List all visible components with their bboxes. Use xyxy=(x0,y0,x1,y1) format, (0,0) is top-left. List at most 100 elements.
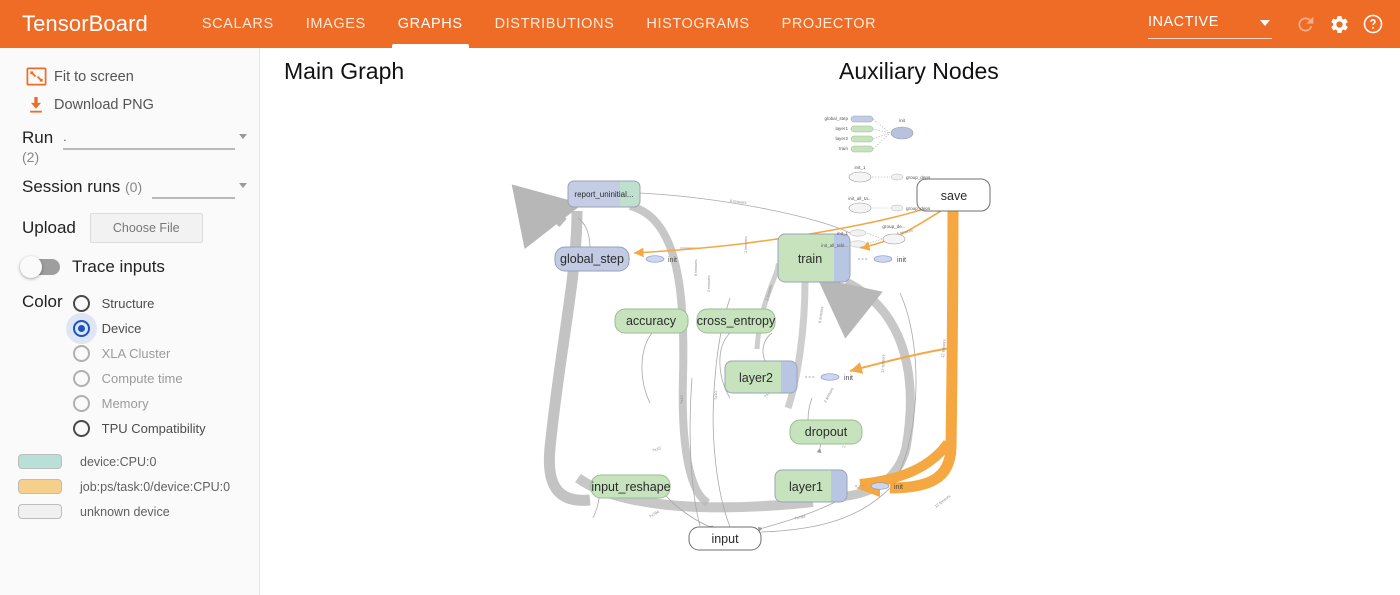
fit-to-screen-button[interactable]: Fit to screen xyxy=(0,62,259,91)
run-select-value: . xyxy=(63,130,67,144)
tab-projector[interactable]: PROJECTOR xyxy=(766,0,893,48)
trace-inputs-toggle[interactable] xyxy=(20,256,60,278)
svg-text:2 tensors: 2 tensors xyxy=(822,387,834,404)
graph-node-layer1[interactable]: layer1 xyxy=(774,469,848,503)
upload-label: Upload xyxy=(22,218,76,237)
legend-swatch xyxy=(18,479,62,494)
svg-text:init_1: init_1 xyxy=(855,165,866,170)
reload-status-value: INACTIVE xyxy=(1148,14,1219,30)
svg-text:train: train xyxy=(798,252,822,266)
download-icon xyxy=(18,94,54,115)
graph-node-report-uninitialized[interactable]: report_uninitial... xyxy=(567,180,641,208)
svg-text:init: init xyxy=(899,118,906,123)
svg-text:6 tensors: 6 tensors xyxy=(817,306,824,323)
svg-text:init_all_ta...: init_all_ta... xyxy=(848,196,871,201)
session-runs-field: Session runs (0) xyxy=(0,167,259,201)
svg-text:layer1: layer1 xyxy=(835,126,848,131)
svg-text:accuracy: accuracy xyxy=(626,314,677,328)
session-runs-select[interactable] xyxy=(152,177,247,201)
svg-text:12 tensors: 12 tensors xyxy=(940,339,947,358)
help-icon[interactable] xyxy=(1358,9,1388,39)
session-runs-label: Session runs (0) xyxy=(22,177,143,196)
graph-node-cross-entropy[interactable]: cross_entropy xyxy=(696,308,776,334)
svg-text:report_uninitial...: report_uninitial... xyxy=(574,190,633,199)
svg-text:2 tensors: 2 tensors xyxy=(764,284,773,301)
svg-text:?x784: ?x784 xyxy=(794,513,806,520)
graph-node-input[interactable]: input xyxy=(688,526,762,551)
svg-text:6 tensors: 6 tensors xyxy=(730,198,747,205)
legend-swatch xyxy=(18,454,62,469)
legend-item-device-cpu: device:CPU:0 xyxy=(18,449,259,474)
tab-images[interactable]: IMAGES xyxy=(290,0,382,48)
legend-item-unknown-device: unknown device xyxy=(18,499,259,524)
color-option-xla-cluster[interactable]: XLA Cluster xyxy=(72,341,206,366)
svg-text:2 tensors: 2 tensors xyxy=(743,237,748,253)
svg-text:init: init xyxy=(844,375,853,382)
init-marker: init xyxy=(858,255,906,264)
chevron-down-icon xyxy=(239,134,247,139)
svg-text:init_all_tabl...: init_all_tabl... xyxy=(821,243,848,248)
svg-text:global_step: global_step xyxy=(825,116,849,121)
tab-histograms[interactable]: HISTOGRAMS xyxy=(630,0,765,48)
graph-node-input-reshape[interactable]: input_reshape xyxy=(590,474,671,499)
tab-graphs[interactable]: GRAPHS xyxy=(382,0,479,48)
radio-icon xyxy=(72,370,90,387)
select-underline xyxy=(1148,38,1272,39)
graph-node-accuracy[interactable]: accuracy xyxy=(614,308,689,334)
svg-text:group_de...: group_de... xyxy=(882,224,905,229)
svg-text:?x10: ?x10 xyxy=(652,445,663,453)
legend-item-job-ps: job:ps/task:0/device:CPU:0 xyxy=(18,474,259,499)
graph-svg[interactable]: 6 tensors 6 tensors 6 tensors 2 tensors … xyxy=(260,48,1400,595)
graph-node-global-step[interactable]: global_step xyxy=(554,246,630,272)
color-option-structure[interactable]: Structure xyxy=(72,291,206,316)
download-png-button[interactable]: Download PNG xyxy=(0,91,259,118)
refresh-icon[interactable] xyxy=(1290,9,1320,39)
tab-distributions[interactable]: DISTRIBUTIONS xyxy=(479,0,631,48)
gear-icon[interactable] xyxy=(1324,9,1354,39)
color-option-compute-time[interactable]: Compute time xyxy=(72,366,206,391)
tab-scalars[interactable]: SCALARS xyxy=(186,0,290,48)
run-select[interactable]: . xyxy=(63,128,247,152)
svg-text:12 tensors: 12 tensors xyxy=(880,354,886,373)
color-option-device[interactable]: Device xyxy=(65,313,206,344)
aux-cluster-top[interactable]: global_step layer1 layer2 train init xyxy=(825,115,914,153)
svg-text:?x784: ?x784 xyxy=(648,509,661,519)
header-actions: INACTIVE xyxy=(1148,0,1388,48)
svg-text:?x10: ?x10 xyxy=(679,395,684,404)
run-label: Run (2) xyxy=(22,128,54,165)
svg-text:?x10: ?x10 xyxy=(713,391,718,400)
radio-icon xyxy=(72,420,90,437)
legend-swatch xyxy=(18,504,62,519)
app-body: Fit to screen Download PNG Run (2) . Ses… xyxy=(0,48,1400,595)
upload-field: Upload Choose File xyxy=(0,201,259,243)
init-marker: init xyxy=(805,373,853,382)
aux-row-init-1[interactable]: init_1 group_deps xyxy=(848,165,931,183)
chevron-down-icon xyxy=(239,183,247,188)
trace-inputs-row: Trace inputs xyxy=(0,243,259,278)
svg-text:12 tensors: 12 tensors xyxy=(934,493,952,508)
color-radio-group: Structure Device XLA Cluster Compute tim… xyxy=(65,291,206,441)
download-png-label: Download PNG xyxy=(54,96,154,113)
choose-file-button[interactable]: Choose File xyxy=(89,213,203,243)
graph-node-train[interactable]: train xyxy=(777,233,851,283)
graph-node-layer2[interactable]: layer2 xyxy=(724,360,798,394)
svg-text:layer1: layer1 xyxy=(789,480,823,494)
chevron-down-icon xyxy=(1260,20,1270,26)
radio-icon xyxy=(72,295,90,312)
nav-tabs: SCALARS IMAGES GRAPHS DISTRIBUTIONS HIST… xyxy=(186,0,892,48)
graph-node-dropout[interactable]: dropout xyxy=(789,419,863,445)
svg-text:dropout: dropout xyxy=(805,425,848,439)
svg-text:input_reshape: input_reshape xyxy=(591,480,670,494)
graph-canvas[interactable]: Main Graph Auxiliary Nodes 6 tensors 6 t… xyxy=(260,48,1400,595)
app-brand: TensorBoard xyxy=(22,11,148,36)
toggle-knob xyxy=(20,256,42,278)
color-option-memory[interactable]: Memory xyxy=(72,391,206,416)
color-option-tpu-compatibility[interactable]: TPU Compatibility xyxy=(72,416,206,441)
edge-thick-arrow xyxy=(511,184,583,250)
svg-text:input: input xyxy=(711,532,739,546)
svg-text:init: init xyxy=(668,257,677,264)
svg-text:6 tensors: 6 tensors xyxy=(693,260,698,276)
reload-status-select[interactable]: INACTIVE xyxy=(1148,9,1272,39)
svg-text:global_step: global_step xyxy=(560,252,624,266)
run-field: Run (2) . xyxy=(0,118,259,167)
